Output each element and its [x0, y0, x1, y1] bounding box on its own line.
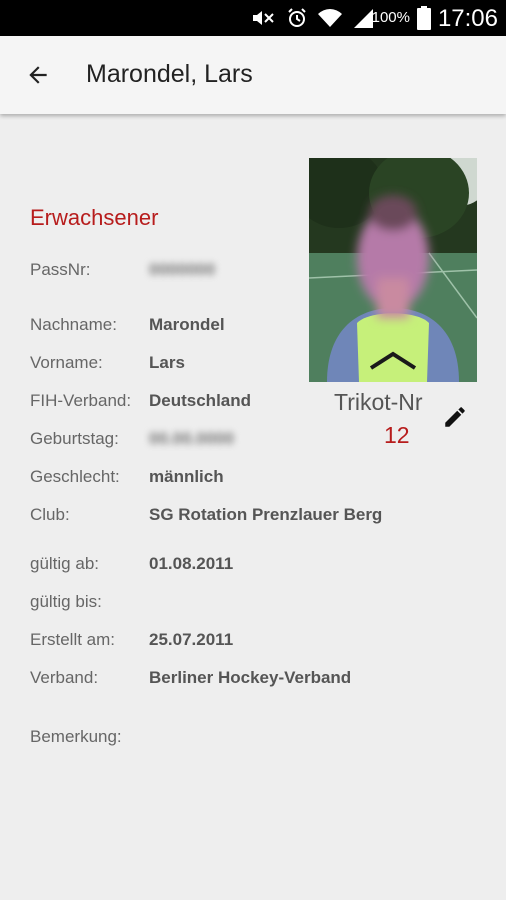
back-button[interactable]: [16, 53, 60, 97]
label-erstellt-am: Erstellt am:: [30, 630, 116, 649]
label-nachname: Nachname:: [30, 315, 117, 334]
value-verband: Berliner Hockey-Verband: [149, 668, 352, 687]
value-fih-verband: Deutschland: [149, 391, 252, 410]
value-geburtstag: 00.00.0000: [149, 429, 235, 448]
edit-pencil-icon: [445, 407, 465, 427]
trikot-number: 12: [384, 422, 410, 448]
value-club: SG Rotation Prenzlauer Berg: [149, 505, 383, 524]
alarm-icon: [288, 8, 306, 27]
status-icons: [251, 6, 374, 30]
label-pass-nr: PassNr:: [30, 260, 91, 279]
value-erstellt-am: 25.07.2011: [149, 630, 234, 649]
mute-icon: [253, 11, 274, 25]
edit-trikot-button[interactable]: [437, 399, 473, 435]
label-gueltig-bis: gültig bis:: [30, 592, 102, 611]
label-vorname: Vorname:: [30, 353, 103, 372]
player-photo: [309, 158, 477, 382]
battery-icon: [417, 6, 431, 30]
value-gueltig-ab: 01.08.2011: [149, 554, 234, 573]
label-geschlecht: Geschlecht:: [30, 467, 120, 486]
clock: 17:06: [437, 5, 498, 32]
label-fih-verband: FIH-Verband:: [30, 391, 132, 410]
battery-percent: 100%: [371, 9, 410, 26]
arrow-back-icon: [29, 66, 47, 84]
trikot-label: Trikot-Nr: [334, 389, 423, 415]
label-geburtstag: Geburtstag:: [30, 429, 119, 448]
label-bemerkung: Bemerkung:: [30, 727, 122, 746]
value-geschlecht: männlich: [149, 467, 224, 486]
label-club: Club:: [30, 505, 70, 524]
value-nachname: Marondel: [149, 315, 225, 334]
player-category: Erwachsener: [30, 205, 159, 230]
value-pass-nr: 0000000: [149, 260, 216, 279]
app-bar: Marondel, Lars: [0, 36, 506, 114]
status-bar: 100% 17:06: [0, 0, 506, 36]
wifi-icon: [318, 9, 342, 27]
value-vorname: Lars: [149, 353, 185, 372]
page-title: Marondel, Lars: [86, 60, 253, 88]
label-verband: Verband:: [30, 668, 99, 687]
label-gueltig-ab: gültig ab:: [30, 554, 99, 573]
